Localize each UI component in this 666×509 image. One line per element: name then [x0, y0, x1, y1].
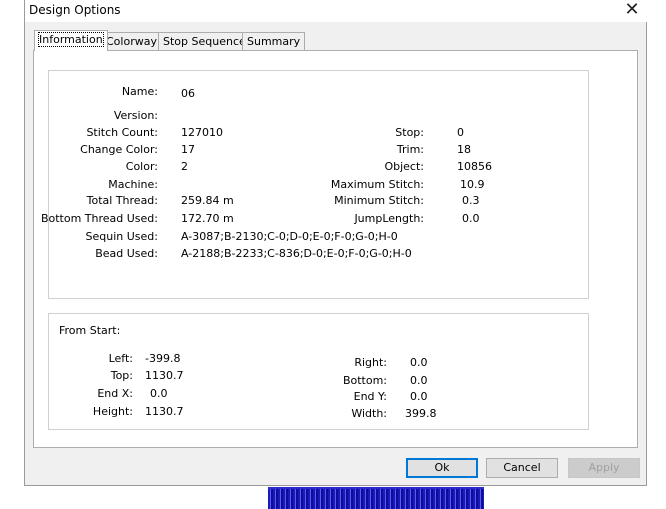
change-color-label: Change Color: [80, 143, 158, 156]
color-value: 2 [181, 160, 188, 173]
embroidery-design-preview [268, 487, 484, 509]
information-tab-page: Name: 06 Version: Stitch Count: 127010 C… [33, 50, 638, 448]
height-value: 1130.7 [145, 405, 184, 418]
bottom-label: Bottom: [342, 374, 387, 387]
end-y-label: End Y: [353, 390, 387, 403]
jump-length-label: JumpLength: [354, 212, 424, 225]
design-info-group: Name: 06 Version: Stitch Count: 127010 C… [41, 70, 589, 299]
min-stitch-label: Minimum Stitch: [334, 194, 424, 207]
end-x-label: End X: [97, 387, 133, 400]
left-label: Left: [108, 352, 133, 365]
bead-used-label: Bead Used: [95, 247, 158, 260]
stop-label: Stop: [395, 126, 424, 139]
design-options-dialog: Design Options ✕ Information Colorway St… [24, 0, 648, 486]
version-label: Version: [113, 109, 158, 122]
top-label: Top: [110, 369, 133, 382]
height-label: Height: [92, 405, 133, 418]
name-label: Name: [121, 85, 158, 98]
trim-label: Trim: [396, 143, 424, 156]
stitch-count-label: Stitch Count: [86, 126, 158, 139]
bottom-value: 0.0 [410, 374, 428, 387]
min-stitch-value: 0.3 [462, 194, 480, 207]
tab-information-label: Information [38, 32, 104, 47]
jump-length-value: 0.0 [462, 212, 480, 225]
sequin-used-label: Sequin Used: [85, 230, 158, 243]
top-value: 1130.7 [145, 369, 184, 382]
bottom-thread-value: 172.70 m [181, 212, 234, 225]
apply-button: Apply [568, 458, 640, 478]
tab-stop-sequence-label: Stop Sequence [163, 35, 246, 48]
cancel-button[interactable]: Cancel [486, 458, 558, 478]
trim-value: 18 [457, 143, 471, 156]
end-y-value: 0.0 [410, 390, 428, 403]
end-x-value: 0.0 [150, 387, 168, 400]
right-label: Right: [354, 356, 387, 369]
width-value: 399.8 [405, 407, 437, 420]
title-bar: Design Options ✕ [25, 0, 648, 22]
stitch-count-value: 127010 [181, 126, 223, 139]
window-title: Design Options [29, 3, 121, 17]
close-icon[interactable]: ✕ [622, 0, 642, 20]
object-label: Object: [384, 160, 424, 173]
from-start-heading: From Start: [59, 324, 121, 337]
bead-used-value: A-2188;B-2233;C-836;D-0;E-0;F-0;G-0;H-0 [181, 247, 412, 260]
from-start-group: From Start: Left: -399.8 Top: 1130.7 End… [48, 313, 589, 430]
tab-summary-label: Summary [247, 35, 301, 48]
max-stitch-label: Maximum Stitch: [330, 178, 424, 191]
sequin-used-value: A-3087;B-2130;C-0;D-0;E-0;F-0;G-0;H-0 [181, 230, 398, 243]
name-value: 06 [181, 87, 195, 100]
max-stitch-value: 10.9 [460, 178, 485, 191]
right-value: 0.0 [410, 356, 428, 369]
left-value: -399.8 [145, 352, 181, 365]
object-value: 10856 [457, 160, 492, 173]
tab-colorway[interactable]: Colorway [101, 32, 162, 50]
tab-summary[interactable]: Summary [242, 32, 306, 50]
change-color-value: 17 [181, 143, 195, 156]
tab-colorway-label: Colorway [106, 35, 157, 48]
total-thread-value: 259.84 m [181, 194, 234, 207]
width-label: Width: [351, 407, 387, 420]
color-label: Color: [125, 160, 158, 173]
tab-stop-sequence[interactable]: Stop Sequence [158, 32, 251, 50]
tab-information[interactable]: Information [34, 30, 108, 51]
ok-button[interactable]: Ok [406, 458, 478, 478]
machine-label: Machine: [108, 178, 158, 191]
bottom-thread-label: Bottom Thread Used: [40, 212, 158, 225]
total-thread-label: Total Thread: [86, 194, 158, 207]
stop-value: 0 [457, 126, 464, 139]
